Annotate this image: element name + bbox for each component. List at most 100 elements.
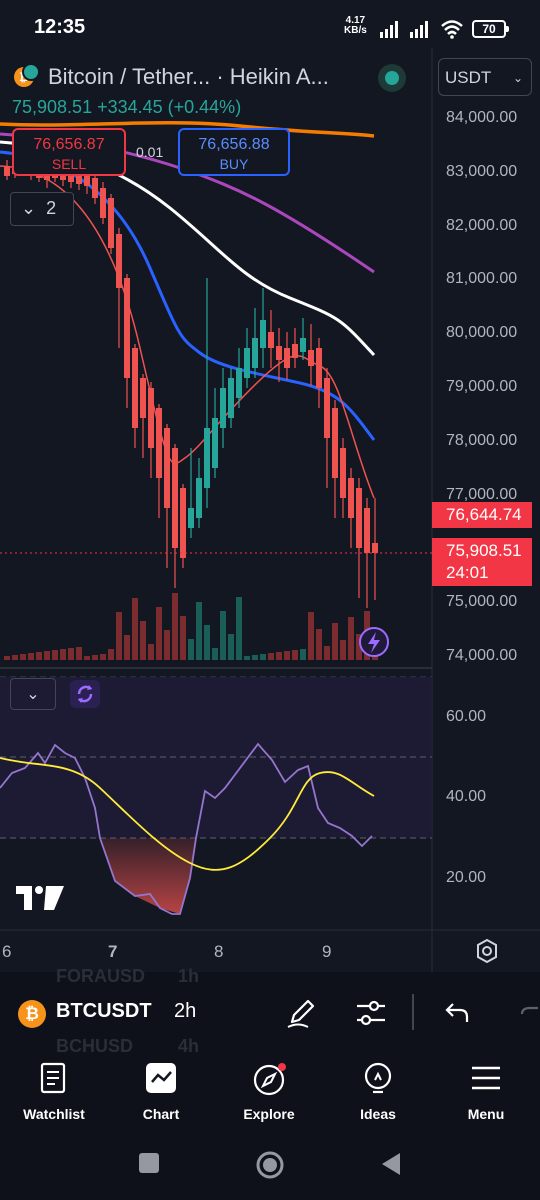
candle-body: [116, 234, 122, 288]
volume-bar: [332, 623, 338, 660]
indicators-sliders-icon[interactable]: [354, 996, 388, 1030]
volume-bar: [228, 634, 234, 660]
volume-bar: [220, 611, 226, 660]
nav-watchlist[interactable]: Watchlist: [9, 1052, 99, 1132]
sell-price: 76,656.87: [33, 136, 105, 153]
symbol-title[interactable]: Bitcoin / Tether... · Heikin A...: [48, 64, 329, 90]
volume-bar: [4, 656, 10, 660]
chevron-down-icon: ⌄: [21, 198, 37, 218]
indicator-collapse-button[interactable]: ⌄: [10, 678, 56, 710]
nav-explore[interactable]: Explore: [224, 1052, 314, 1132]
candle-body: [356, 488, 362, 548]
volume-bar: [324, 646, 330, 660]
volume-bar: [60, 649, 66, 660]
volume-bar: [148, 644, 154, 660]
price-change: 75,908.51 +334.45 (+0.44%): [12, 97, 242, 117]
chevron-down-icon: ⌄: [26, 686, 40, 703]
currency-select-value: USDT: [445, 68, 492, 87]
volume-bar: [340, 640, 346, 660]
nav-menu[interactable]: Menu: [441, 1052, 531, 1132]
undo-icon[interactable]: [440, 996, 474, 1030]
volume-bar: [212, 648, 218, 660]
volume-bar: [124, 635, 130, 660]
buy-label: BUY: [219, 156, 249, 172]
signal-icon: [380, 21, 398, 38]
bitcoin-icon: ₿: [18, 1000, 46, 1028]
candle-body: [228, 378, 234, 418]
volume-bar: [68, 648, 74, 660]
indicator-count: 2: [46, 198, 57, 218]
volume-bar: [28, 653, 34, 660]
candle-body: [244, 348, 250, 378]
volume-bar: [84, 656, 90, 660]
volume-bar: [36, 652, 42, 660]
back-icon[interactable]: [380, 1152, 402, 1176]
candle-body: [156, 408, 162, 478]
candle-body: [292, 344, 298, 358]
candle-body: [236, 368, 242, 398]
compass-icon: [253, 1063, 286, 1096]
network-speed: 4.17 KB/s: [344, 16, 367, 36]
candle-body: [308, 350, 314, 366]
ghost-interval-above: 1h: [178, 966, 200, 986]
volume-bar: [284, 651, 290, 660]
indicators-toggle-button[interactable]: ⌄ 2: [10, 192, 74, 226]
wifi-icon: [441, 20, 463, 39]
nav-explore-label: Explore: [243, 1106, 295, 1122]
price-axis-label: 83,000.00: [446, 162, 518, 180]
settings-icon[interactable]: [474, 938, 500, 964]
drawing-pen-icon[interactable]: [284, 996, 318, 1030]
volume-bar: [180, 616, 186, 660]
price-axis-label: 78,000.00: [446, 431, 518, 449]
candle-body: [180, 488, 186, 558]
volume-bar: [20, 654, 26, 660]
sell-button[interactable]: 76,656.87 SELL: [12, 128, 126, 176]
chevron-down-icon: ⌄: [512, 71, 523, 85]
recent-apps-icon[interactable]: [138, 1152, 160, 1174]
volume-bar: [156, 607, 162, 660]
volume-bar: [316, 629, 322, 660]
volume-bar: [100, 654, 106, 660]
candle-countdown: 24:01: [446, 563, 489, 582]
status-time: 12:35: [34, 16, 86, 38]
network-speed-unit: KB/s: [344, 25, 367, 36]
buy-price: 76,656.88: [198, 136, 270, 153]
last-price-tag: 75,908.51 24:01: [432, 538, 532, 586]
candle-body: [84, 176, 90, 186]
nav-ideas[interactable]: Ideas: [333, 1052, 423, 1132]
volume-bar: [244, 656, 250, 660]
candle-body: [204, 428, 210, 488]
system-nav-bar: [0, 1136, 540, 1200]
interval-selector[interactable]: 2h: [174, 1000, 196, 1023]
time-axis-label: 7: [108, 942, 118, 961]
volume-bar: [300, 649, 306, 660]
home-icon[interactable]: [255, 1150, 285, 1180]
volume-bar: [292, 650, 298, 660]
candle-body: [92, 178, 98, 198]
toolbar-separator: [412, 994, 414, 1030]
symbol-selector[interactable]: BTCUSDT: [56, 1000, 152, 1023]
candle-body: [4, 166, 10, 176]
nav-chart[interactable]: Chart: [116, 1052, 206, 1132]
time-axis-label: 8: [214, 942, 224, 961]
volume-bar: [236, 597, 242, 660]
candle-body: [284, 348, 290, 368]
battery-icon: 70: [472, 20, 509, 38]
price-axis-label: 84,000.00: [446, 109, 518, 126]
status-bar: 12:35 4.17 KB/s 70: [0, 0, 540, 48]
refresh-icon[interactable]: [70, 680, 100, 708]
volume-bar: [172, 593, 178, 660]
redo-icon[interactable]: [514, 996, 540, 1030]
volume-bar: [140, 621, 146, 660]
volume-bar: [108, 649, 114, 660]
candle-body: [212, 418, 218, 468]
currency-select[interactable]: USDT ⌄: [438, 58, 532, 96]
candle-body: [268, 332, 274, 348]
nav-ideas-label: Ideas: [360, 1106, 396, 1122]
volume-bar: [308, 612, 314, 660]
price-axis-label: 79,000.00: [446, 378, 518, 395]
buy-button[interactable]: 76,656.88 BUY: [178, 128, 290, 176]
market-status-icon[interactable]: [378, 64, 406, 92]
chart-icon: [146, 1063, 176, 1093]
volume-bar: [52, 650, 58, 660]
